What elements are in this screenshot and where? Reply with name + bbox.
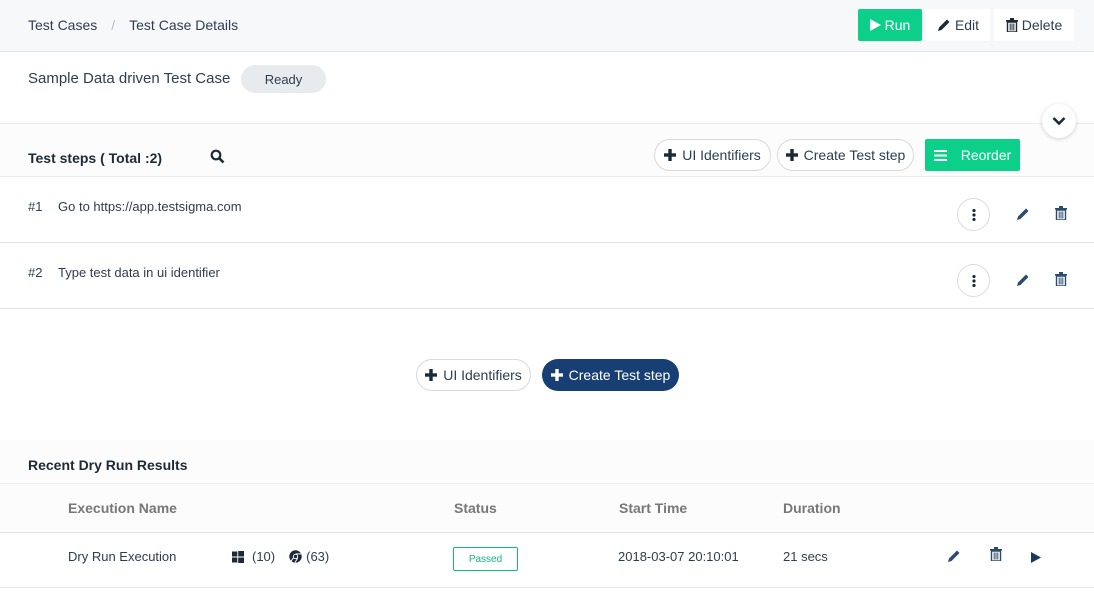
step-delete-icon[interactable] [1055, 272, 1067, 289]
step-more-button[interactable] [957, 198, 990, 231]
status-badge: Ready [241, 65, 326, 93]
result-delete-icon[interactable] [990, 547, 1002, 564]
column-header-execution-name: Execution Name [68, 500, 177, 516]
search-icon[interactable] [210, 149, 225, 167]
test-steps-header: Test steps ( Total :2) UI Identifiers Cr… [0, 124, 1094, 177]
chrome-icon [289, 550, 302, 563]
results-table-header: Execution Name Status Start Time Duratio… [0, 484, 1094, 533]
result-edit-icon[interactable] [947, 549, 961, 566]
environment-info: (10) (63) [232, 549, 329, 564]
ui-identifiers-button[interactable]: UI Identifiers [654, 139, 771, 171]
delete-button-label: Delete [1021, 17, 1063, 33]
browser-version: (63) [306, 549, 330, 564]
test-step-row[interactable]: #1 Go to https://app.testsigma.com [0, 177, 1094, 243]
bottom-ui-identifiers-label: UI Identifiers [443, 367, 522, 383]
trash-icon [1005, 18, 1018, 32]
table-row[interactable]: Dry Run Execution (10) (63) Passed 2018-… [0, 533, 1094, 588]
step-number: #2 [28, 265, 43, 280]
test-case-header: Sample Data driven Test Case Ready [0, 53, 1094, 124]
reorder-label: Reorder [960, 147, 1012, 163]
bottom-create-test-step-button[interactable]: Create Test step [542, 359, 679, 391]
pencil-icon [937, 18, 951, 32]
plus-icon [664, 149, 677, 161]
bottom-ui-identifiers-button[interactable]: UI Identifiers [416, 359, 531, 391]
recent-results-header: Recent Dry Run Results [0, 440, 1094, 484]
os-version: (10) [252, 549, 276, 564]
top-bar: Test Cases / Test Case Details Run Edit … [0, 0, 1094, 52]
create-test-step-button[interactable]: Create Test step [777, 139, 914, 171]
more-vertical-icon [971, 208, 976, 221]
step-text: Go to https://app.testsigma.com [58, 199, 242, 214]
breadcrumb-separator: / [111, 17, 116, 33]
edit-button[interactable]: Edit [926, 9, 990, 41]
ui-identifiers-label: UI Identifiers [682, 147, 761, 163]
status-badge-passed: Passed [453, 547, 518, 571]
plus-icon [785, 149, 798, 161]
breadcrumb: Test Cases / Test Case Details [28, 17, 238, 33]
plus-icon [425, 369, 438, 381]
result-rerun-play-icon[interactable] [1031, 550, 1041, 566]
more-vertical-icon [971, 274, 976, 287]
start-time: 2018-03-07 20:10:01 [618, 549, 739, 564]
step-edit-icon[interactable] [1016, 273, 1030, 290]
column-header-status: Status [454, 500, 497, 516]
step-text: Type test data in ui identifier [58, 265, 220, 280]
collapse-toggle-button[interactable] [1042, 104, 1076, 138]
plus-icon [550, 369, 563, 381]
create-test-step-label: Create Test step [803, 147, 906, 163]
step-number: #1 [28, 199, 43, 214]
step-edit-icon[interactable] [1016, 207, 1030, 224]
test-step-row[interactable]: #2 Type test data in ui identifier [0, 243, 1094, 309]
list-icon [933, 149, 947, 161]
breadcrumb-test-case-details: Test Case Details [129, 17, 239, 33]
edit-button-label: Edit [954, 17, 980, 33]
windows-icon [232, 550, 244, 563]
duration: 21 secs [783, 549, 828, 564]
column-header-duration: Duration [783, 500, 841, 516]
test-steps-title: Test steps ( Total :2) [28, 150, 163, 166]
bottom-create-test-step-label: Create Test step [568, 367, 671, 383]
step-more-button[interactable] [957, 264, 990, 297]
delete-button[interactable]: Delete [994, 9, 1074, 41]
test-case-title: Sample Data driven Test Case [28, 70, 231, 87]
step-delete-icon[interactable] [1055, 206, 1067, 223]
column-header-start-time: Start Time [619, 500, 688, 516]
run-button-label: Run [884, 17, 911, 33]
execution-name-link[interactable]: Dry Run Execution [68, 549, 176, 564]
breadcrumb-test-cases[interactable]: Test Cases [28, 17, 97, 33]
recent-results-title: Recent Dry Run Results [28, 457, 188, 473]
play-icon [869, 19, 881, 31]
chevron-down-icon [1052, 116, 1066, 126]
reorder-button[interactable]: Reorder [925, 139, 1020, 171]
run-button[interactable]: Run [858, 9, 922, 41]
